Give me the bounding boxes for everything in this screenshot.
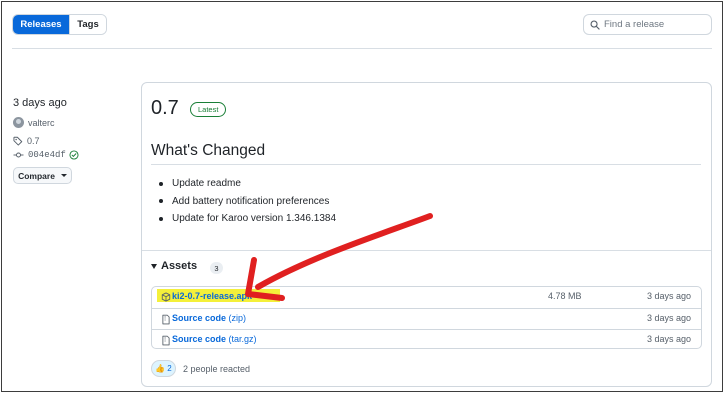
- thumbs-up-icon: 👍: [155, 364, 166, 373]
- tab-releases[interactable]: Releases: [13, 15, 69, 34]
- list-item: Update readme: [159, 175, 336, 193]
- triangle-down-icon: [151, 263, 157, 269]
- file-zip-icon: [162, 335, 170, 346]
- release-date: 3 days ago: [13, 97, 67, 109]
- commit-row[interactable]: 004e4df: [13, 150, 79, 160]
- asset-date: 3 days ago: [646, 313, 691, 323]
- asset-link[interactable]: ki2-0.7-release.apk: [172, 291, 252, 301]
- asset-row: Source code (tar.gz) 3 days ago: [152, 329, 701, 350]
- author-row[interactable]: valterc: [13, 117, 55, 128]
- reaction-count: 2: [167, 364, 172, 373]
- asset-row: ki2-0.7-release.apk 4.78 MB 3 days ago: [152, 287, 701, 308]
- commit-icon: [13, 152, 24, 158]
- assets-count-badge: 3: [210, 262, 223, 274]
- search-box[interactable]: [583, 14, 712, 35]
- asset-date: 3 days ago: [646, 334, 691, 344]
- asset-link[interactable]: Source code (zip): [172, 313, 246, 323]
- verified-check-icon: [69, 150, 79, 160]
- release-title[interactable]: 0.7: [151, 97, 179, 120]
- compare-label: Compare: [18, 170, 55, 181]
- asset-row: Source code (zip) 3 days ago: [152, 308, 701, 329]
- reaction-summary: 2 people reacted: [183, 363, 251, 374]
- latest-badge: Latest: [190, 102, 227, 117]
- asset-size: 4.78 MB: [548, 291, 582, 301]
- package-icon: [161, 292, 171, 302]
- asset-date: 3 days ago: [646, 291, 691, 301]
- changes-heading: What's Changed: [151, 142, 266, 159]
- list-item: Update for Karoo version 1.346.1384: [159, 210, 336, 228]
- search-input[interactable]: [604, 19, 700, 30]
- asset-link[interactable]: Source code (tar.gz): [172, 334, 257, 344]
- caret-down-icon: [60, 174, 67, 177]
- thumbs-up-reaction-button[interactable]: 👍 2: [151, 360, 176, 377]
- author-name[interactable]: valterc: [28, 118, 55, 128]
- avatar: [13, 117, 24, 128]
- header-divider: [12, 48, 712, 49]
- changes-list: Update readme Add battery notification p…: [159, 175, 336, 228]
- assets-list: ki2-0.7-release.apk 4.78 MB 3 days ago S…: [151, 286, 702, 349]
- commit-hash[interactable]: 004e4df: [28, 150, 66, 160]
- tag-icon: [13, 136, 23, 146]
- tag-row[interactable]: 0.7: [13, 136, 40, 146]
- reactions: 👍 2 2 people reacted: [151, 360, 250, 377]
- assets-heading: Assets: [161, 260, 198, 272]
- heading-divider: [151, 164, 701, 165]
- releases-tags-switch: Releases Tags: [12, 14, 107, 35]
- section-divider: [142, 250, 711, 251]
- file-zip-icon: [162, 314, 170, 325]
- list-item: Add battery notification preferences: [159, 193, 336, 211]
- release-card: 0.7 Latest What's Changed Update readme …: [141, 82, 712, 387]
- assets-toggle[interactable]: Assets: [151, 260, 197, 272]
- screenshot-frame: Releases Tags 3 days ago valterc 0.7 004…: [1, 1, 723, 392]
- tab-tags[interactable]: Tags: [69, 15, 106, 34]
- tag-name[interactable]: 0.7: [27, 136, 40, 146]
- compare-button[interactable]: Compare: [13, 167, 72, 184]
- search-icon: [590, 19, 600, 30]
